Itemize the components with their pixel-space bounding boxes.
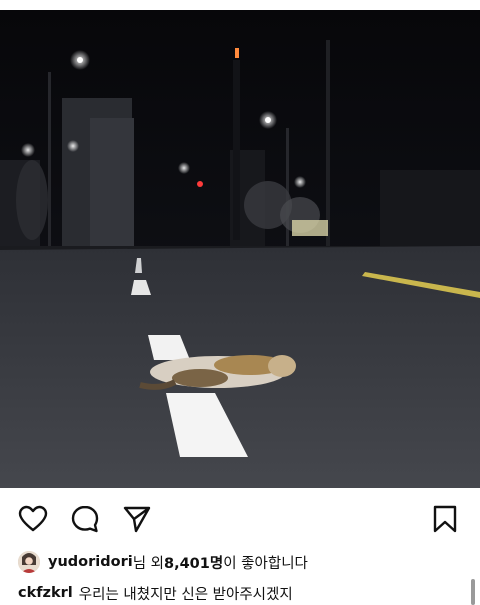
caption-text: 우리는 내쳤지만 신은 받아주시겠지 xyxy=(78,586,293,603)
night-road-image xyxy=(0,10,480,488)
like-count[interactable]: 8,401명 xyxy=(164,552,223,573)
post-photo[interactable] xyxy=(0,10,480,488)
post-actions xyxy=(0,488,480,546)
like-suffix: 이 좋아합니다 xyxy=(223,555,308,572)
heart-icon[interactable] xyxy=(18,504,48,534)
liker-username[interactable]: yudoridori xyxy=(48,554,133,570)
bookmark-icon[interactable] xyxy=(430,504,460,534)
liked-by-suffix: 님 외 xyxy=(132,555,164,572)
likes-summary[interactable]: yudoridori 님 외 8,401명 이 좋아합니다 xyxy=(18,550,468,574)
liker-avatar[interactable] xyxy=(18,551,40,573)
scrollbar[interactable] xyxy=(471,579,475,605)
post-caption: ckfzkrl 우리는 내쳤지만 신은 받아주시겠지 xyxy=(18,582,458,604)
send-icon[interactable] xyxy=(122,504,152,534)
caption-username[interactable]: ckfzkrl xyxy=(18,585,73,601)
comment-icon[interactable] xyxy=(70,504,100,534)
